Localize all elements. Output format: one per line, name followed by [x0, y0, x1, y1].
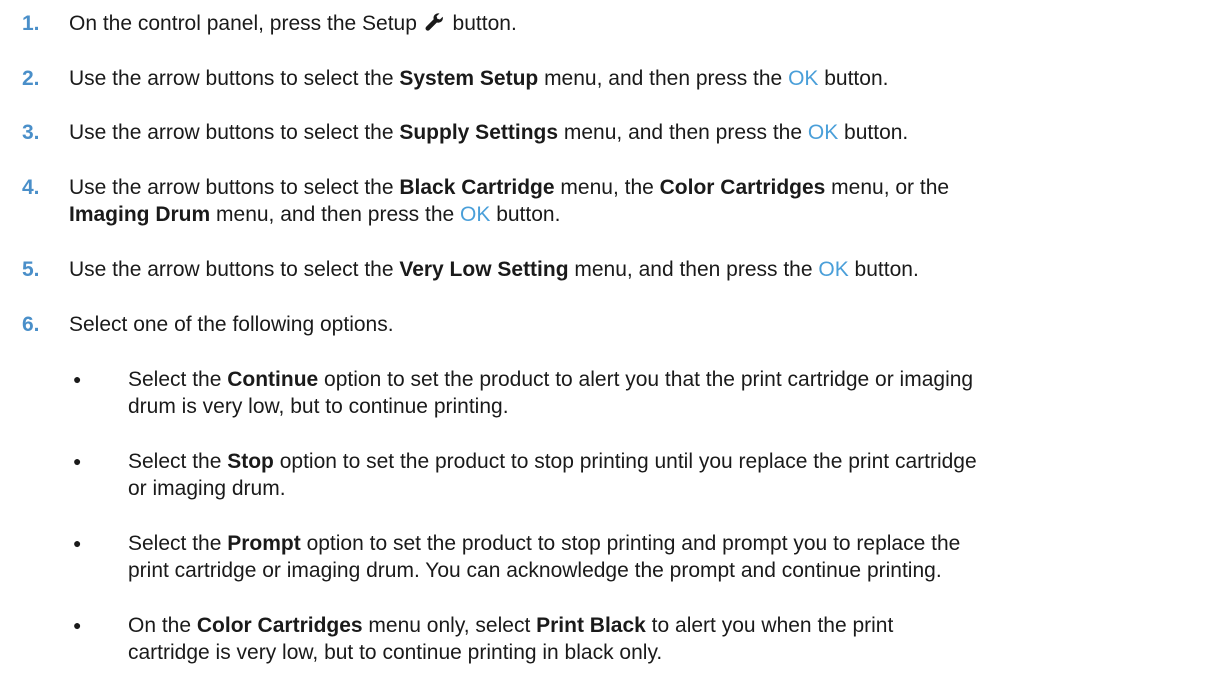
bullet-text: Select the Stop option to set the produc… [128, 450, 977, 500]
bullet-icon: ● [73, 371, 82, 387]
step-text: Use the arrow buttons to select the Blac… [69, 176, 950, 226]
bullet-text: Select the Continue option to set the pr… [128, 368, 974, 418]
bullet-text: Select the Prompt option to set the prod… [128, 532, 961, 582]
instructions-page: 1. On the control panel, press the Setup… [0, 0, 1207, 700]
wrench-icon [425, 13, 443, 31]
step-number: 4. [22, 176, 40, 199]
bullet-text: On the Color Cartridges menu only, selec… [128, 614, 894, 664]
bullet-icon: ● [73, 453, 82, 469]
step-number: 6. [22, 313, 40, 336]
ok-button-label: OK [807, 121, 839, 144]
ok-button-label: OK [818, 258, 849, 281]
step-text: Select one of the following options. [69, 313, 394, 336]
step-text: Use the arrow buttons to select the Very… [69, 258, 919, 281]
step-number: 5. [22, 258, 40, 281]
ok-button-label: OK [788, 67, 819, 90]
step-text: Use the arrow buttons to select the Syst… [69, 67, 889, 90]
bullet-icon: ● [73, 535, 82, 551]
ok-button-label: OK [460, 203, 491, 226]
step-text: On the control panel, press the Setup bu… [69, 12, 517, 35]
step-number: 2. [22, 67, 40, 90]
step-text: Use the arrow buttons to select the Supp… [69, 121, 909, 144]
step-number: 1. [22, 12, 40, 35]
bullet-icon: ● [73, 617, 82, 633]
step-number: 3. [22, 121, 40, 144]
